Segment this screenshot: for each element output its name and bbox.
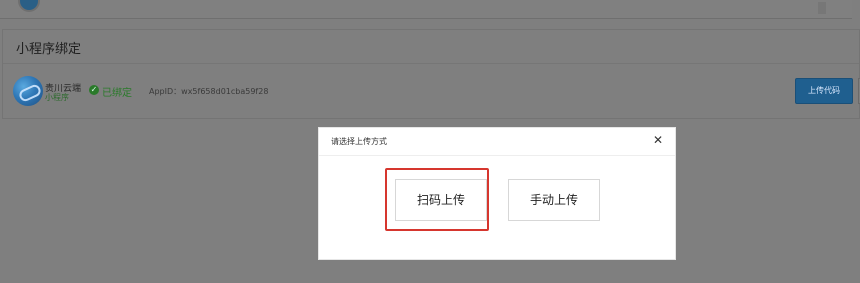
appid-value: wx5f658d01cba59f28 (181, 87, 269, 96)
dialog-title: 请选择上传方式 (331, 137, 387, 146)
app-logo-icon (13, 76, 43, 106)
top-scroll-indicator (818, 2, 826, 14)
top-panel (0, 0, 852, 19)
upload-code-button[interactable]: 上传代码 (795, 78, 853, 104)
manual-upload-button[interactable]: 手动上传 (508, 179, 600, 221)
card-title: 小程序绑定 (16, 42, 82, 57)
close-icon[interactable]: ✕ (651, 133, 665, 147)
miniprogram-binding-card: 小程序绑定 贵川云端 小程序 ✓ 已绑定 AppID：wx5f658d01cba… (2, 29, 860, 119)
appid-label: AppID： (149, 87, 182, 96)
upload-method-dialog: 请选择上传方式 ✕ 扫码上传 手动上传 (318, 127, 676, 260)
appid-text: AppID：wx5f658d01cba59f28 (149, 86, 268, 97)
check-circle-icon: ✓ (89, 85, 99, 95)
bind-status: 已绑定 (102, 88, 132, 99)
app-subtitle: 小程序 (45, 93, 69, 102)
scan-upload-button[interactable]: 扫码上传 (395, 179, 487, 221)
dialog-header: 请选择上传方式 ✕ (319, 128, 675, 156)
card-divider (3, 63, 859, 64)
top-avatar-icon (18, 0, 40, 12)
background-overlay: 小程序绑定 贵川云端 小程序 ✓ 已绑定 AppID：wx5f658d01cba… (0, 0, 860, 283)
